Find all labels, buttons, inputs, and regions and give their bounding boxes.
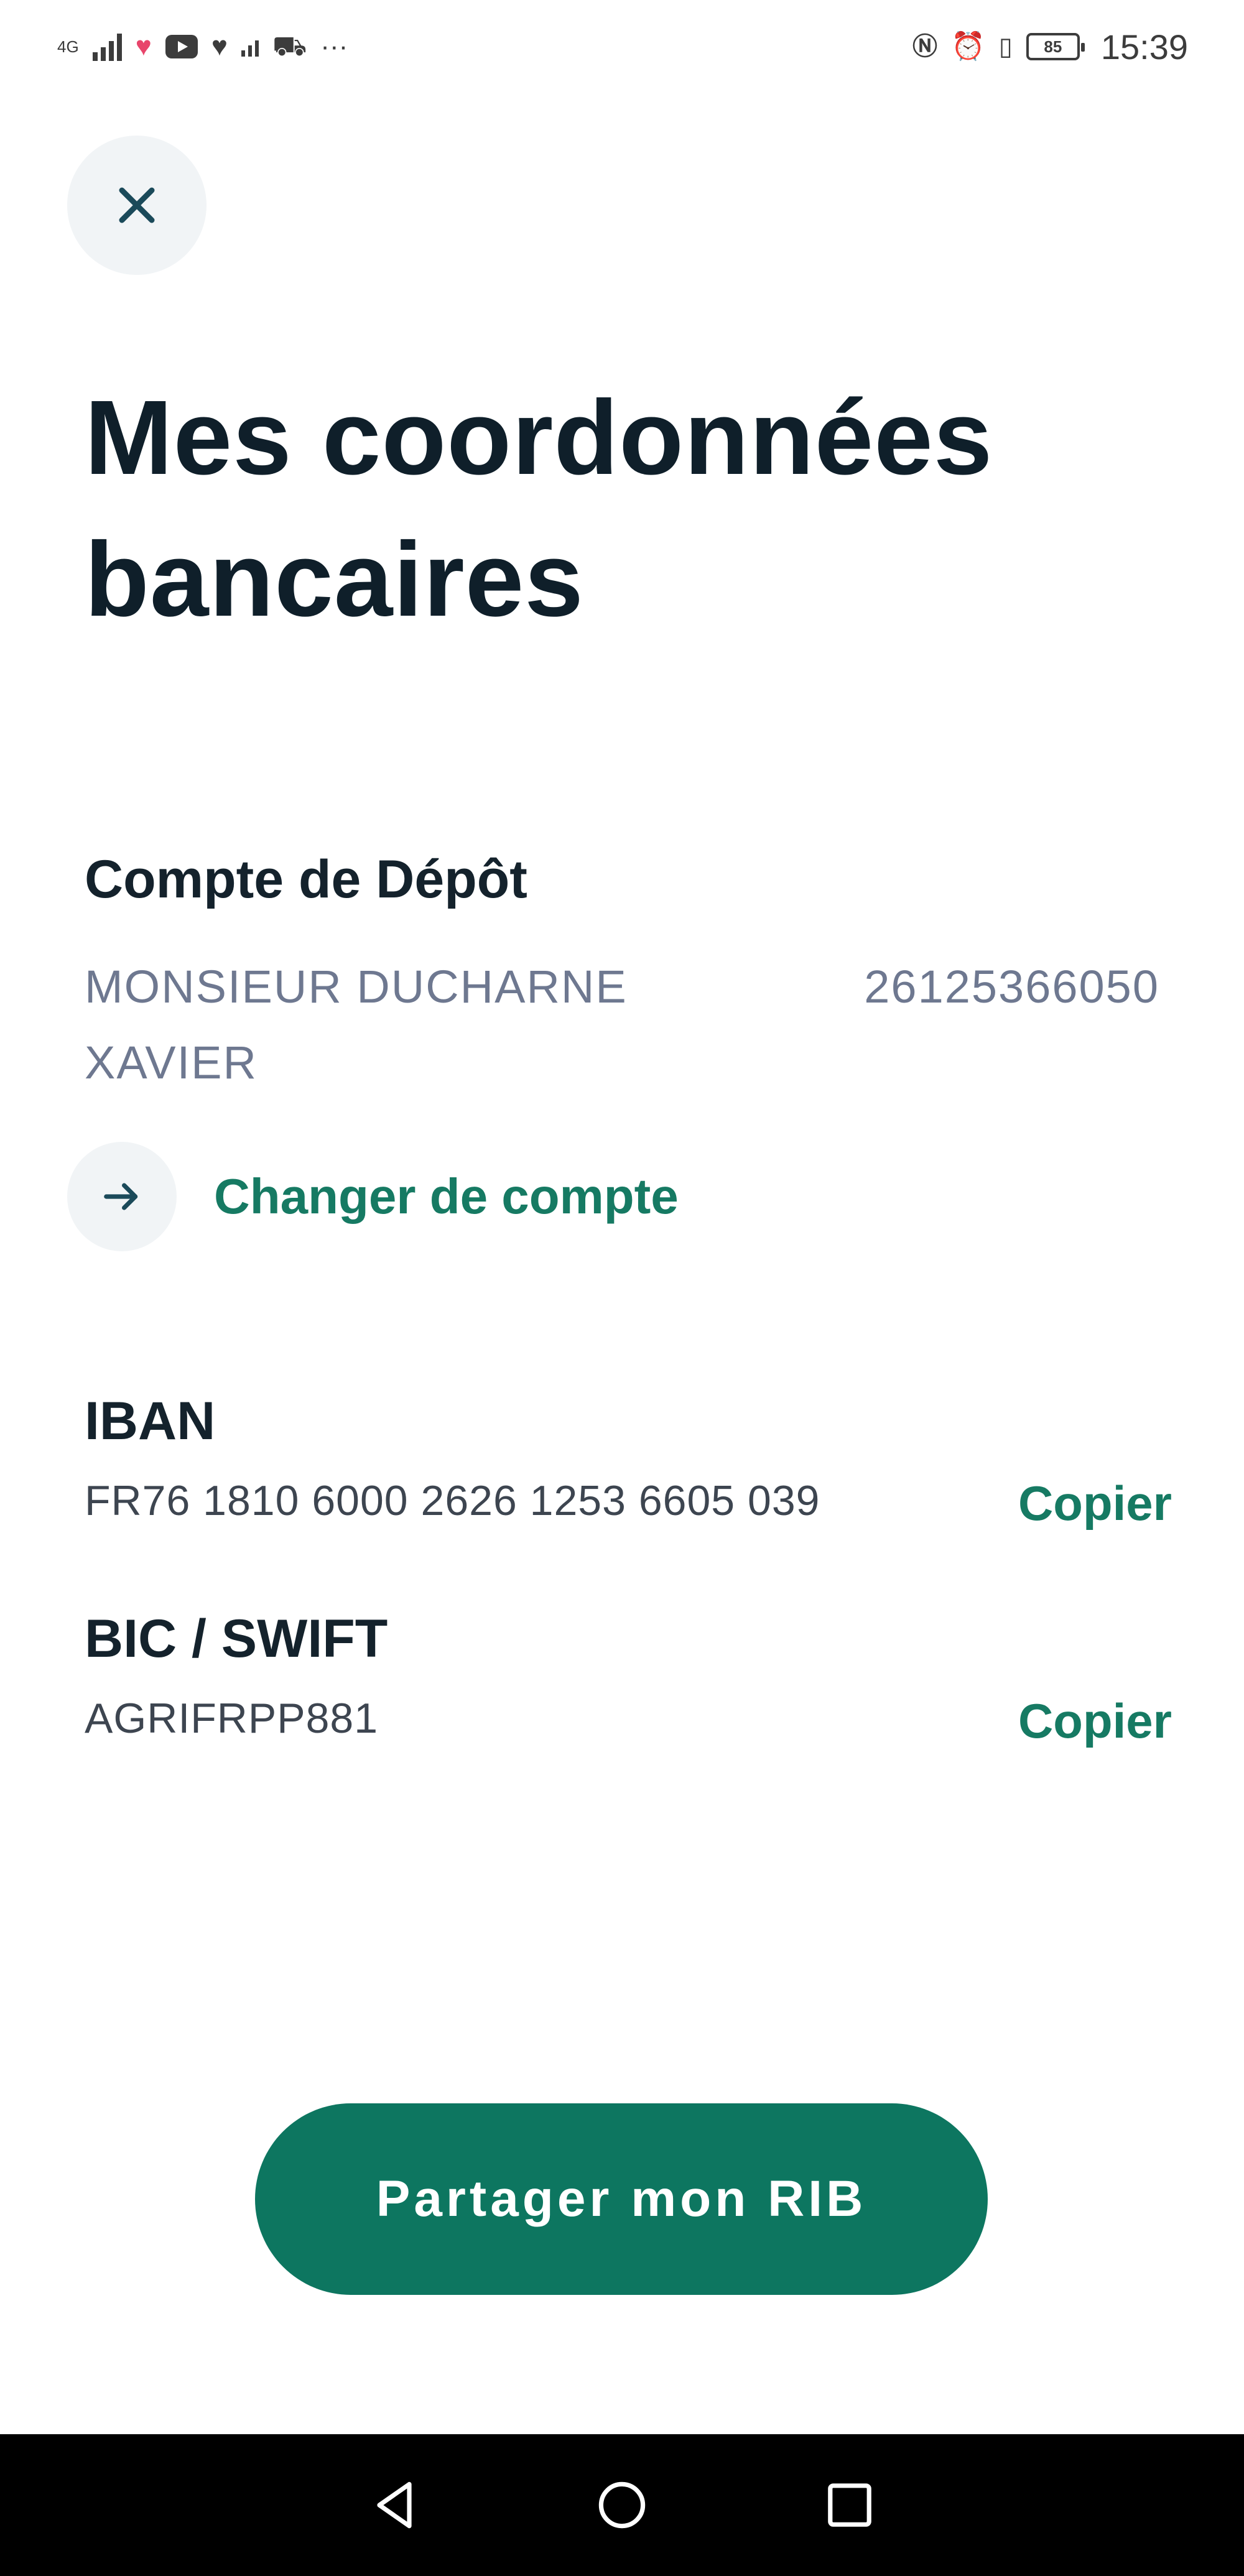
system-nav-bar [0,2434,1244,2576]
copy-iban-button[interactable]: Copier [1018,1475,1172,1532]
signal-icon [92,32,122,61]
wifi-signal-icon [241,37,259,57]
share-rib-label: Partager mon RIB [376,2171,867,2227]
screen: 4G ♥ ♥ ⛟ ··· Ⓝ ⏰ ▯ 85 15:39 Mes coordonn… [0,0,1244,2576]
change-account-button[interactable]: Changer de compte [67,1142,679,1251]
bic-value: AGRIFRPP881 [85,1695,379,1742]
iban-label: IBAN [85,1391,216,1451]
network-type-label: 4G [57,37,79,56]
iban-value: FR76 1810 6000 2626 1253 6605 039 [85,1477,820,1524]
nfc-icon: Ⓝ [912,33,938,60]
close-button[interactable] [67,136,207,275]
page-title: Mes coordonnées bancaires [85,379,993,639]
account-type: Compte de Dépôt [85,850,527,909]
account-number: 26125366050 [864,961,1159,1012]
heart-icon: ♥ [211,31,228,62]
more-notifications-icon: ··· [320,31,348,62]
alarm-icon: ⏰ [951,31,985,62]
vibrate-icon: ▯ [998,33,1013,60]
battery-icon: 85 [1026,33,1085,60]
bic-label: BIC / SWIFT [85,1609,388,1669]
copy-bic-button[interactable]: Copier [1018,1693,1172,1749]
battery-level: 85 [1044,37,1062,56]
account-holder: MONSIEUR DUCHARNE XAVIER [85,961,628,1088]
network-type-icon: 4G [57,39,79,55]
change-account-icon-wrap [67,1142,177,1251]
status-bar: 4G ♥ ♥ ⛟ ··· Ⓝ ⏰ ▯ 85 15:39 [0,0,1244,93]
clock: 15:39 [1100,27,1188,67]
recents-square-icon[interactable] [820,2475,880,2535]
back-triangle-icon[interactable] [364,2475,424,2535]
change-account-label: Changer de compte [214,1169,679,1224]
status-left: 4G ♥ ♥ ⛟ ··· [57,32,348,61]
youtube-icon [165,35,198,58]
car-icon: ⛟ [272,31,307,62]
share-rib-button[interactable]: Partager mon RIB [255,2103,988,2295]
home-circle-icon[interactable] [592,2475,652,2535]
close-icon [119,187,155,223]
status-right: Ⓝ ⏰ ▯ 85 15:39 [912,27,1188,67]
health-app-icon: ♥ [135,31,152,62]
arrow-right-icon [104,1183,138,1210]
